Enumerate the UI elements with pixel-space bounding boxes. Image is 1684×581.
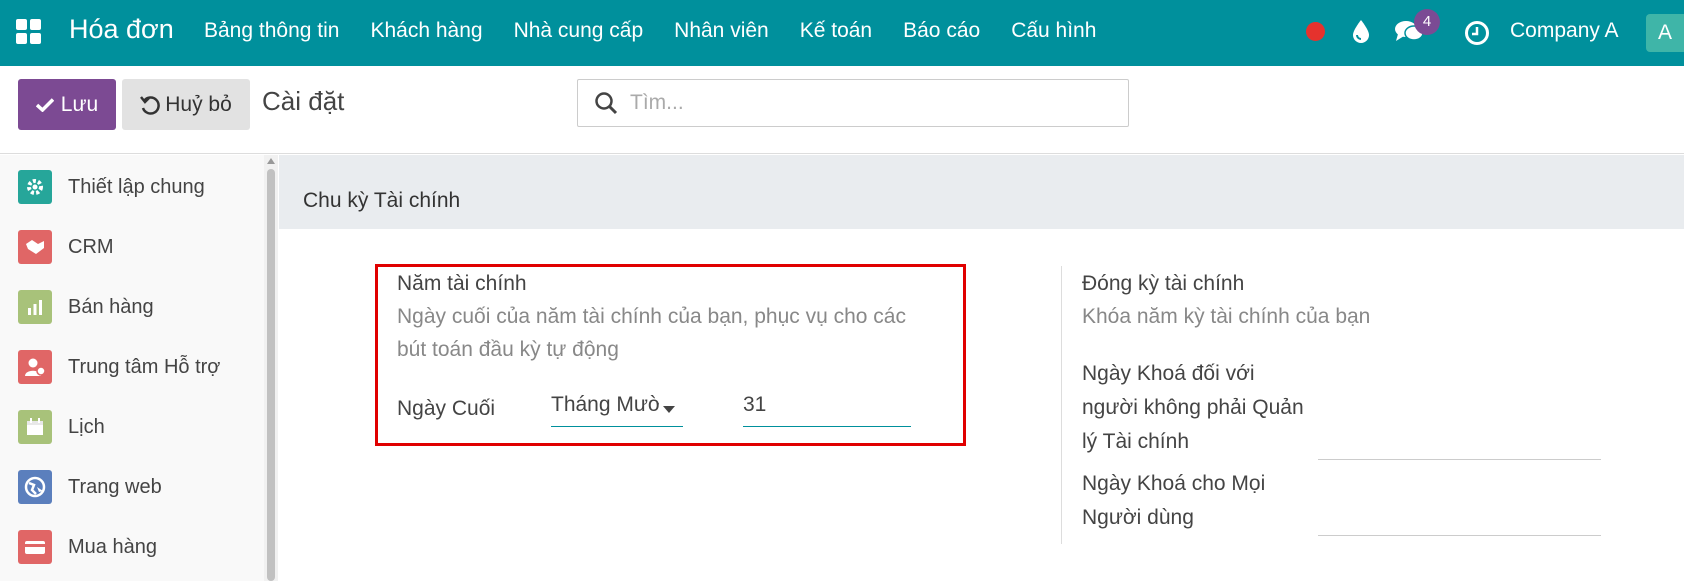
helpdesk-icon [18,350,52,384]
section-title: Chu kỳ Tài chính [303,189,461,212]
search-box[interactable] [577,79,1129,127]
sidebar-item-website[interactable]: Trang web [18,469,162,505]
non-advisor-lock-label-line2: người không phải Quản [1082,396,1304,419]
card-icon [18,530,52,564]
all-users-lock-label-line1: Ngày Khoá cho Mọi [1082,472,1266,495]
sidebar-item-general-settings[interactable]: Thiết lập chung [18,169,205,205]
scroll-up-arrow-icon[interactable] [267,158,275,164]
sidebar-item-label: Lịch [68,415,105,438]
settings-sidebar: Thiết lập chung CRM Bán hàng Trung tâm H… [0,155,278,581]
cancel-button[interactable]: Huỷ bỏ [122,79,250,130]
user-avatar[interactable]: A [1646,14,1684,52]
sidebar-item-calendar[interactable]: Lịch [18,409,105,445]
fiscal-year-desc-line1: Ngày cuối của năm tài chính của bạn, phụ… [397,305,906,328]
menu-item-accounting[interactable]: Kế toán [800,19,872,43]
menu-item-customers[interactable]: Khách hàng [370,19,482,43]
sidebar-item-purchase[interactable]: Mua hàng [18,529,157,565]
save-button-label: Lưu [60,92,99,116]
fiscal-year-title: Năm tài chính [397,272,527,295]
globe-icon [18,470,52,504]
non-advisor-lock-date-input[interactable] [1318,459,1601,460]
fiscal-lock-title: Đóng kỳ tài chính [1082,272,1245,295]
apps-grid-icon[interactable] [16,19,42,45]
column-divider [1061,266,1062,544]
save-button[interactable]: Lưu [18,79,116,130]
menu-item-reports[interactable]: Báo cáo [903,19,980,43]
sidebar-item-crm[interactable]: CRM [18,229,114,265]
chart-icon [18,290,52,324]
main-menu: Bảng thông tin Khách hàng Nhà cung cấp N… [204,19,1127,43]
scroll-thumb[interactable] [267,169,275,581]
undo-icon [140,95,161,115]
cancel-button-label: Huỷ bỏ [165,92,232,116]
check-icon [35,97,54,112]
menu-item-dashboard[interactable]: Bảng thông tin [204,19,339,43]
fiscal-month-select[interactable]: Tháng Mười Hai [551,393,683,427]
sidebar-item-label: Thiết lập chung [68,175,205,198]
control-panel: Lưu Huỷ bỏ Cài đặt [0,66,1684,154]
sidebar-item-label: Trang web [68,475,162,498]
menu-item-configuration[interactable]: Cấu hình [1011,19,1096,43]
fiscal-month-value: Tháng Mười Hai [551,393,659,416]
sidebar-item-label: CRM [68,235,114,258]
handshake-icon [18,230,52,264]
top-navbar: Hóa đơn Bảng thông tin Khách hàng Nhà cu… [0,0,1684,66]
sidebar-scrollbar[interactable] [264,155,278,581]
non-advisor-lock-label-line3: lý Tài chính [1082,430,1189,453]
menu-item-employees[interactable]: Nhân viên [674,19,769,43]
last-day-label: Ngày Cuối [397,397,496,420]
non-advisor-lock-label-line1: Ngày Khoá đối với [1082,362,1255,385]
drop-icon[interactable] [1350,19,1372,45]
fiscal-lock-desc: Khóa năm kỳ tài chính của bạn [1082,305,1371,328]
chat-count-badge: 4 [1414,9,1440,35]
app-title[interactable]: Hóa đơn [69,14,174,45]
search-input[interactable] [630,91,1110,115]
fiscal-day-input[interactable]: 31 [743,393,911,427]
gear-icon [18,170,52,204]
calendar-icon [18,410,52,444]
menu-item-vendors[interactable]: Nhà cung cấp [514,19,644,43]
sidebar-item-label: Mua hàng [68,535,157,558]
all-users-lock-date-input[interactable] [1318,535,1601,536]
fiscal-year-desc-line2: bút toán đầu kỳ tự động [397,338,619,361]
clock-icon[interactable] [1464,20,1490,46]
all-users-lock-label-line2: Người dùng [1082,506,1194,529]
sidebar-item-sales[interactable]: Bán hàng [18,289,154,325]
status-dot-icon[interactable] [1306,22,1325,41]
sidebar-item-label: Trung tâm Hỗ trợ [68,355,221,378]
page-title: Cài đặt [262,86,345,116]
sidebar-item-helpdesk[interactable]: Trung tâm Hỗ trợ [18,349,220,385]
section-header: Chu kỳ Tài chính [279,155,1684,229]
company-switcher[interactable]: Company A [1510,19,1619,43]
search-icon [595,92,618,115]
sidebar-item-label: Bán hàng [68,295,154,318]
dropdown-caret-icon [663,406,675,413]
